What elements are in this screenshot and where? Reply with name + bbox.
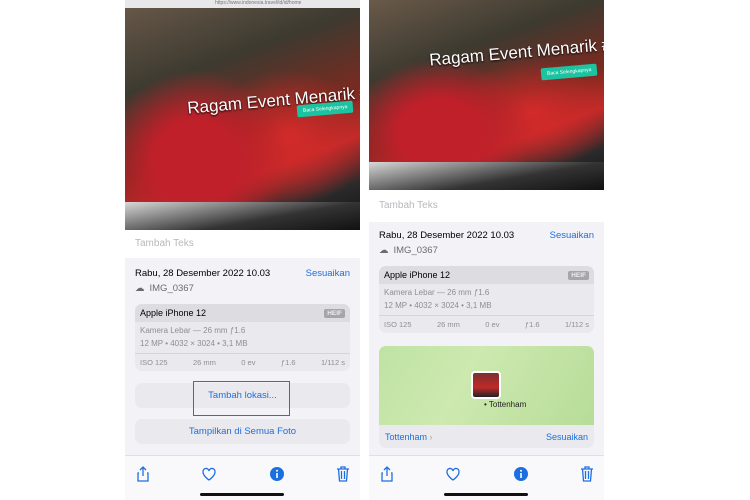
show-all-photos-button[interactable]: Tampilkan di Semua Foto [135, 419, 350, 444]
adjust-date-button[interactable]: Sesuaikan [550, 230, 594, 241]
info-icon[interactable] [513, 466, 529, 482]
browser-url: https://www.indonesia.travel/id/id/home [125, 0, 360, 8]
photo-date: Rabu, 28 Desember 2022 10.03 [135, 268, 271, 279]
location-map-card: • Tottenham Tottenham › Sesuaikan [379, 346, 594, 448]
exif-row: ISO 125 26 mm 0 ev ƒ1.6 1/112 s [379, 315, 594, 333]
chevron-right-icon: › [429, 431, 433, 442]
share-icon[interactable] [379, 466, 395, 482]
format-badge: HEIF [568, 270, 589, 280]
home-indicator [200, 493, 284, 496]
toolbar [369, 455, 604, 500]
location-text: Tottenham [385, 431, 428, 442]
photo-pin[interactable] [471, 371, 501, 399]
photo[interactable]: https://www.indonesia.travel/id/id/home … [125, 0, 360, 230]
trash-icon[interactable] [579, 466, 595, 482]
exif-card: Apple iPhone 12 HEIF Kamera Lebar — 26 mm… [135, 304, 350, 371]
info-icon[interactable] [269, 466, 285, 482]
photo[interactable]: Ragam Event Menarik #Di Baca Selengkapny… [369, 0, 604, 190]
filename: ☁ IMG_0367 [379, 245, 438, 256]
exif-iso: ISO 125 [140, 358, 168, 367]
filename-text: IMG_0367 [393, 245, 438, 256]
highlight-box [193, 381, 290, 416]
location-link[interactable]: Tottenham › [385, 432, 433, 442]
map-place-label: • Tottenham [484, 400, 527, 409]
image-specs: 12 MP • 4032 × 3024 • 3,1 MB [140, 339, 248, 348]
phone-screen-after: Ragam Event Menarik #Di Baca Selengkapny… [369, 0, 604, 500]
format-badge: HEIF [324, 308, 345, 318]
exif-focal: 26 mm [436, 320, 460, 329]
exif-shutter: 1/112 s [564, 320, 589, 329]
caption-input[interactable]: Tambah Teks [125, 230, 360, 258]
adjust-location-button[interactable]: Sesuaikan [546, 432, 588, 442]
exif-shutter: 1/112 s [320, 358, 345, 367]
image-specs: 12 MP • 4032 × 3024 • 3,1 MB [384, 301, 492, 310]
photo-dock [369, 162, 604, 190]
exif-row: ISO 125 26 mm 0 ev ƒ1.6 1/112 s [135, 353, 350, 371]
lens-info: Kamera Lebar — 26 mm ƒ1.6 [140, 326, 246, 335]
filename: ☁ IMG_0367 [135, 283, 194, 294]
share-icon[interactable] [135, 466, 151, 482]
toolbar [125, 455, 360, 500]
exif-iso: ISO 125 [384, 320, 412, 329]
home-indicator [444, 493, 528, 496]
cloud-off-icon: ☁ [135, 283, 145, 294]
caption-input[interactable]: Tambah Teks [369, 190, 604, 222]
heart-icon[interactable] [445, 466, 461, 482]
photo-dock [125, 202, 360, 230]
exif-ev: 0 ev [241, 358, 256, 367]
trash-icon[interactable] [335, 466, 351, 482]
heart-icon[interactable] [201, 466, 217, 482]
exif-ev: 0 ev [485, 320, 500, 329]
exif-aperture: ƒ1.6 [524, 320, 540, 329]
exif-focal: 26 mm [192, 358, 216, 367]
exif-card: Apple iPhone 12 HEIF Kamera Lebar — 26 mm… [379, 266, 594, 333]
lens-info: Kamera Lebar — 26 mm ƒ1.6 [384, 288, 490, 297]
device-name: Apple iPhone 12 [384, 270, 451, 280]
map[interactable]: • Tottenham [379, 346, 594, 425]
adjust-date-button[interactable]: Sesuaikan [306, 268, 350, 279]
photo-date: Rabu, 28 Desember 2022 10.03 [379, 230, 515, 241]
phone-screen-before: https://www.indonesia.travel/id/id/home … [125, 0, 360, 500]
map-place-text: Tottenham [488, 400, 527, 409]
cloud-off-icon: ☁ [379, 245, 389, 256]
photo-cta: Baca Selengkapnya [540, 63, 598, 81]
filename-text: IMG_0367 [149, 283, 194, 294]
exif-aperture: ƒ1.6 [280, 358, 296, 367]
device-name: Apple iPhone 12 [140, 308, 207, 318]
